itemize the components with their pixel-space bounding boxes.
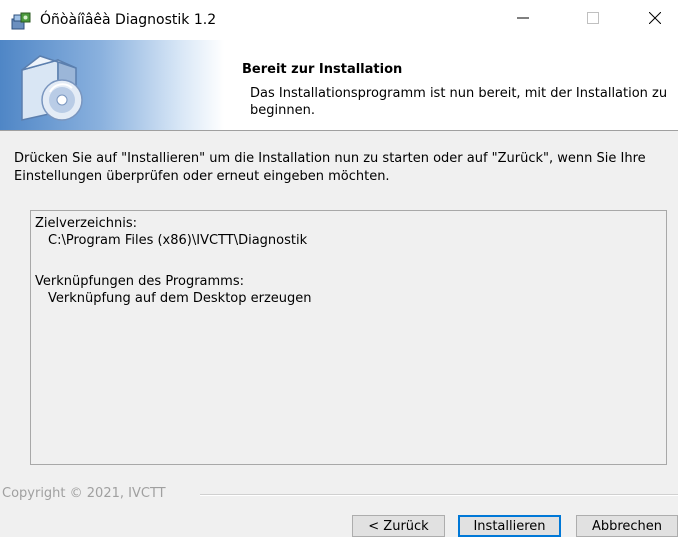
maximize-icon [587,12,599,28]
shortcuts-label: Verknüpfungen des Programms: [35,274,244,289]
copyright-text: Copyright © 2021, IVCTT [2,486,166,501]
divider [200,494,678,496]
wizard-header: Bereit zur Installation Das Installation… [0,40,678,131]
close-icon [648,11,662,28]
header-title: Bereit zur Installation [242,62,403,77]
software-box-cd-icon [14,46,94,128]
window-title: Óñòàíîâêà Diagnostik 1.2 [40,12,217,28]
cancel-button[interactable]: Abbrechen [576,515,678,537]
close-button[interactable] [632,0,678,40]
ready-memo-box[interactable]: Zielverzeichnis: C:\Program Files (x86)\… [30,210,667,465]
destination-label: Zielverzeichnis: [35,216,137,231]
copyright-bevel: Copyright © 2021, IVCTT [0,486,678,502]
title-bar[interactable]: Óñòàíîâêà Diagnostik 1.2 [0,0,678,40]
installer-app-icon [10,11,32,31]
header-banner [0,40,224,130]
maximize-button[interactable] [570,0,616,40]
install-button[interactable]: Installieren [458,515,561,537]
destination-value: C:\Program Files (x86)\IVCTT\Diagnostik [48,233,308,248]
header-subtitle: Das Installationsprogramm ist nun bereit… [250,86,668,118]
shortcuts-value: Verknüpfung auf dem Desktop erzeugen [48,291,312,306]
minimize-icon [517,12,529,28]
instruction-text: Drücken Sie auf "Installieren" um die In… [14,151,646,184]
back-button[interactable]: < Zurück [352,515,445,537]
minimize-button[interactable] [500,0,546,40]
